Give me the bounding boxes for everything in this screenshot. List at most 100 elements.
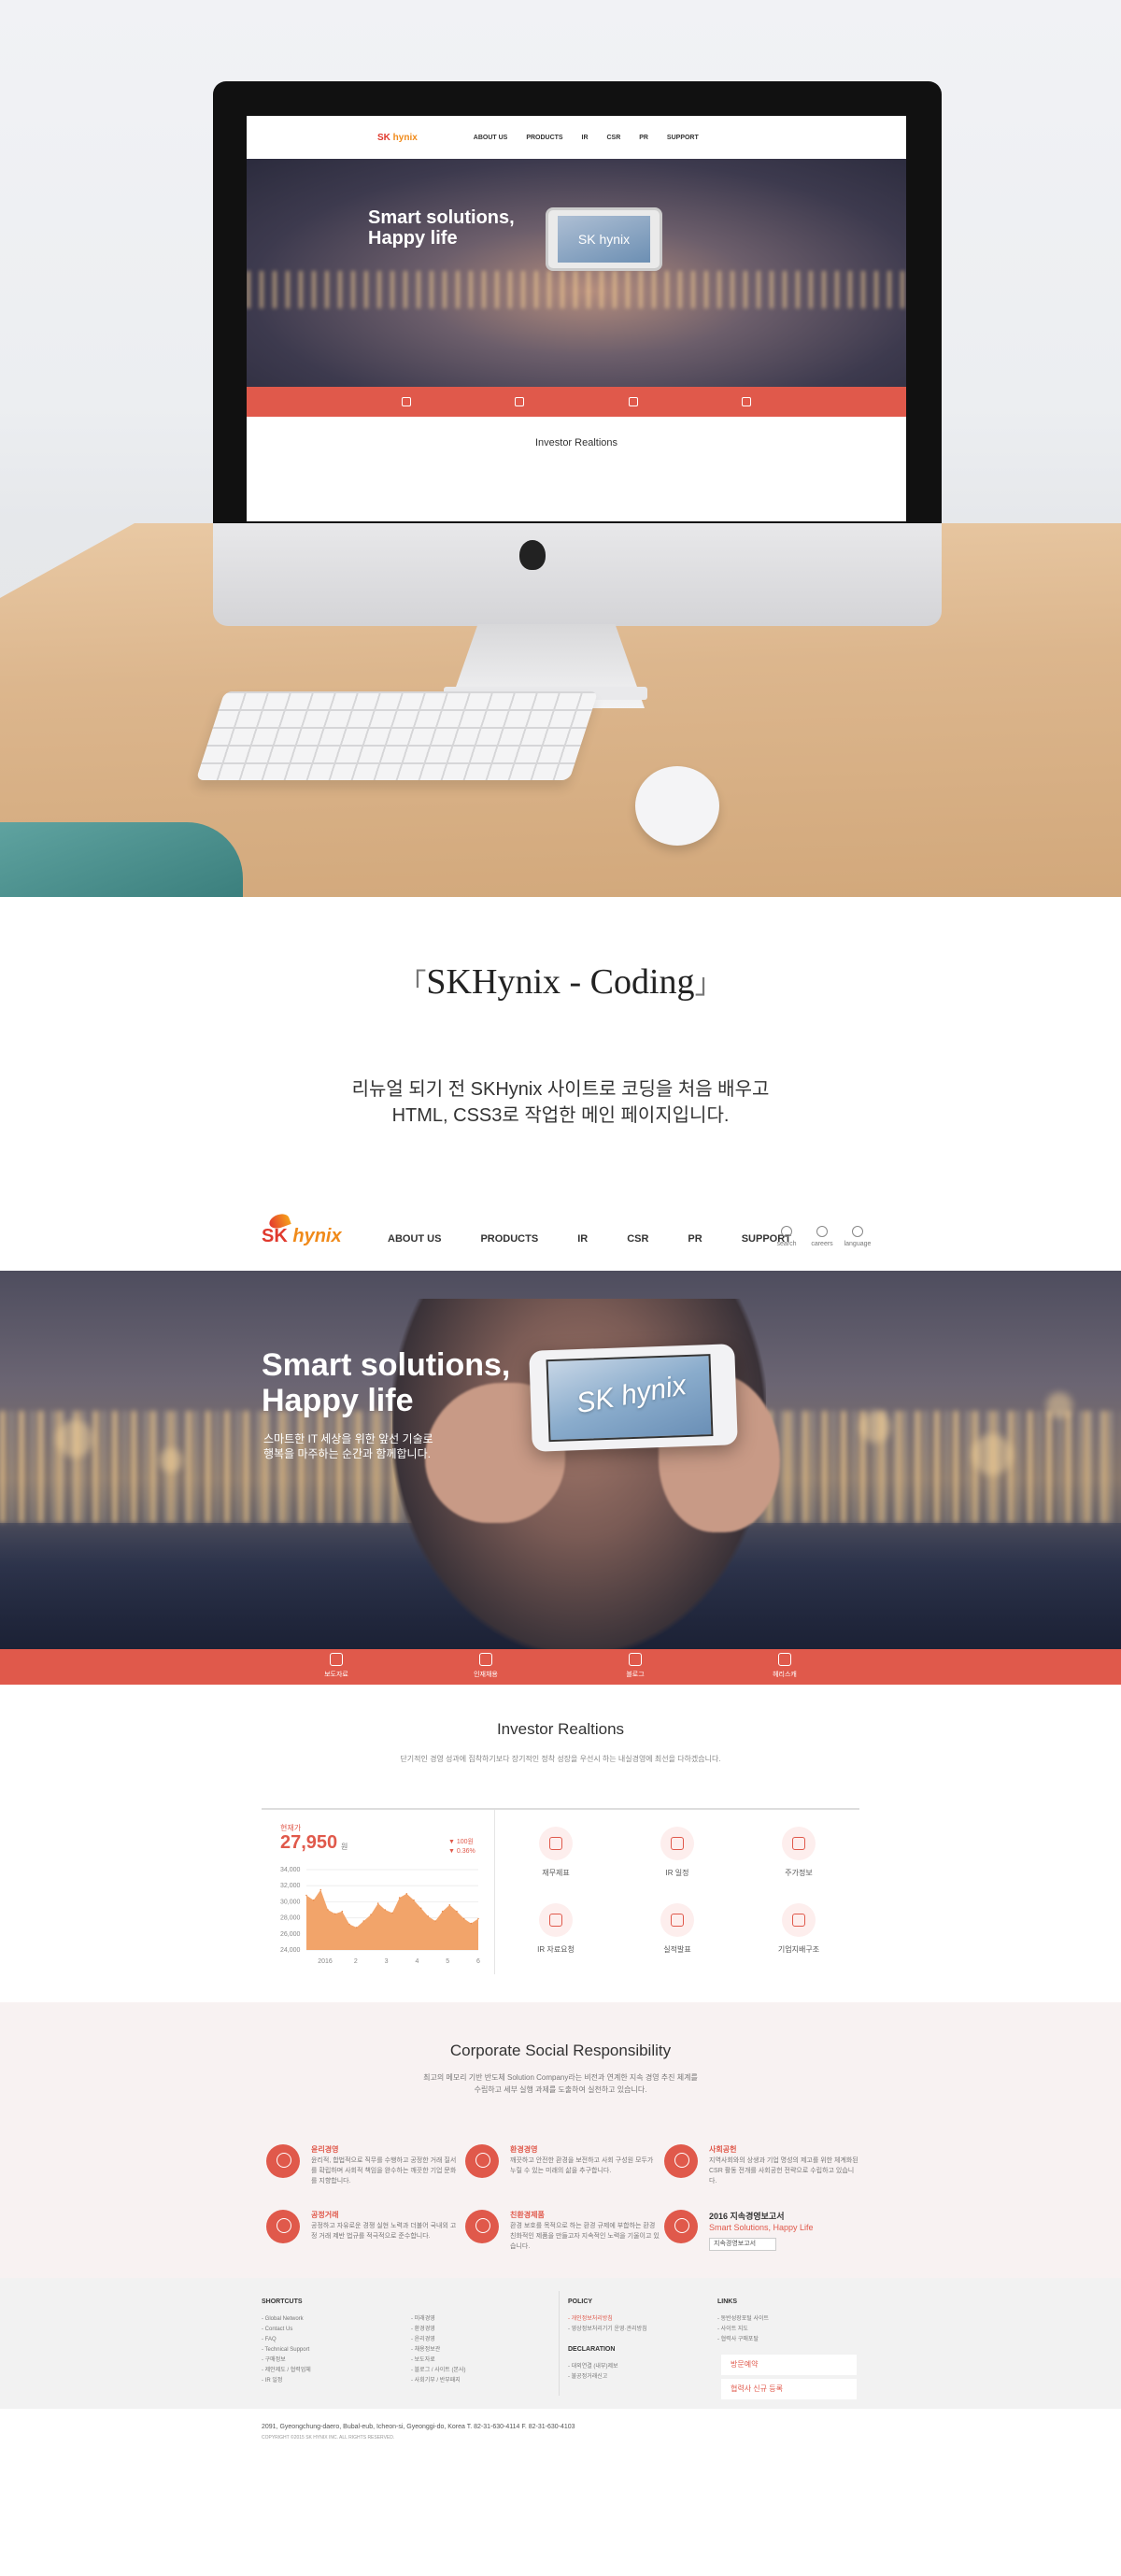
quick-label: 보도자료: [324, 1672, 348, 1678]
chart-point: [470, 1922, 473, 1925]
ir-box: 현재가 27,950 원 ▼ 100원 ▼ 0.36% 34,000 32,000…: [262, 1808, 859, 1974]
report-title: 2016 지속경영보고서: [709, 2212, 785, 2221]
sk-hynix-logo[interactable]: SK hynix: [262, 1211, 342, 1247]
quick-press-release[interactable]: 보도자료: [299, 1653, 374, 1679]
footer-link[interactable]: - 사회기부 / 반부패지: [411, 2376, 466, 2386]
ir-data-request[interactable]: IR 자료요청: [495, 1903, 617, 1955]
chart-point: [391, 1912, 393, 1914]
footer-links: LINKS - 동반성장포털 사이트 - 사이트 지도 - 협력사 구매포탈: [717, 2297, 769, 2345]
nav-ir[interactable]: IR: [577, 1233, 588, 1245]
footer-link[interactable]: - 제안제도 / 협력업체: [262, 2366, 311, 2376]
hero-title: Smart solutions, Happy life: [262, 1347, 510, 1418]
screen-hero-line: Smart solutions,: [368, 207, 515, 228]
report-subtitle: Smart Solutions, Happy Life: [709, 2223, 814, 2232]
quick-recruit[interactable]: 인재채용: [448, 1653, 523, 1679]
chart-point: [333, 1913, 336, 1915]
footer-link[interactable]: - 환경경영: [411, 2325, 466, 2335]
calendar-icon: [660, 1827, 694, 1860]
csr-fair-trade[interactable]: 공정거래 공정하고 자유로운 경쟁 실현 노력과 더불어 국내외 고정 거래 제…: [266, 2210, 458, 2275]
footer-link[interactable]: - 구매정보: [262, 2355, 311, 2366]
footer-link[interactable]: - 협력사 구매포탈: [717, 2335, 769, 2345]
footer-link[interactable]: - 불공정거래신고: [568, 2372, 647, 2383]
csr-item-title: 사회공헌: [709, 2145, 737, 2154]
nav-pr[interactable]: PR: [688, 1233, 702, 1245]
ir-title: Investor Realtions: [496, 1720, 625, 1738]
footer-link[interactable]: - 윤리경영: [411, 2335, 466, 2345]
report-button[interactable]: 지속경영보고서: [709, 2238, 776, 2251]
chart-point: [376, 1902, 379, 1904]
ir-financial-statements[interactable]: 재무제표: [495, 1827, 617, 1878]
screen-menu-item: CSR: [606, 134, 621, 141]
search-button[interactable]: search: [771, 1226, 802, 1247]
chart-point: [370, 1914, 372, 1915]
nav-about-us[interactable]: ABOUT US: [388, 1233, 441, 1245]
csr-item-text: 지역사회와의 상생과 기업 명성의 제고를 위한 체계화된 CSR 활동 전개를…: [709, 2157, 858, 2185]
bokeh-light: [859, 1411, 891, 1443]
caption-title-text: SKHynix - Coding: [426, 962, 695, 1002]
screen-phone-text: SK hynix: [558, 216, 650, 263]
chart-point: [319, 1888, 322, 1891]
footer: SHORTCUTS - Global Network - Contact Us …: [0, 2278, 1121, 2409]
global-nav: ABOUT US PRODUCTS IR CSR PR SUPPORT: [388, 1233, 830, 1245]
csr-environment[interactable]: 환경경영 깨끗하고 안전한 환경을 보전하고 사회 구성원 모두가 누릴 수 있…: [465, 2144, 657, 2210]
csr-eco-products[interactable]: 친환경제품 환경 보호를 목적으로 하는 환경 규제에 부합하는 환경친화적인 …: [465, 2210, 660, 2275]
footer-link[interactable]: - 동반성장포털 사이트: [717, 2314, 769, 2325]
quick-label: 블로그: [626, 1672, 645, 1678]
nav-csr[interactable]: CSR: [627, 1233, 648, 1245]
tree-icon: [266, 2210, 300, 2243]
trend-icon: [660, 1903, 694, 1937]
ir-governance[interactable]: 기업지배구조: [738, 1903, 859, 1955]
footer-link[interactable]: - 대외연결 (내부)제보: [568, 2362, 647, 2372]
desk-chair: [0, 822, 243, 897]
screen-hero-title: Smart solutions, Happy life: [368, 207, 515, 249]
footer-link[interactable]: - IR 일정: [262, 2376, 311, 2386]
visit-reservation-banner[interactable]: 방문예약: [721, 2355, 857, 2375]
bulb-icon: [778, 1653, 791, 1666]
bracket-open-icon: 「: [398, 969, 427, 1000]
quick-heritage[interactable]: 헤리스캐: [747, 1653, 822, 1679]
chart-x-tick: 6: [476, 1958, 480, 1965]
footer-link[interactable]: - 사이트 지도: [717, 2325, 769, 2335]
stock-change-amount: ▼ 100원: [448, 1839, 474, 1845]
stock-change: ▼ 100원 ▼ 0.36%: [448, 1838, 475, 1857]
footer-link[interactable]: - 보도자료: [411, 2355, 466, 2366]
footer-link[interactable]: - 개인정보처리방침: [568, 2314, 647, 2325]
language-button[interactable]: language: [842, 1226, 873, 1247]
person-icon: [816, 1226, 828, 1237]
footer-heading: POLICY: [568, 2298, 593, 2305]
chart-point: [419, 1907, 422, 1910]
logo-sk: SK: [262, 1226, 288, 1246]
ir-schedule[interactable]: IR 일정: [617, 1827, 738, 1878]
quick-blog[interactable]: 블로그: [598, 1653, 673, 1679]
footer-policy: POLICY - 개인정보처리방침 - 영상정보처리기기 운영·관리방침 DEC…: [568, 2297, 647, 2383]
chart-point: [312, 1899, 315, 1901]
footer-link[interactable]: - Contact Us: [262, 2325, 311, 2335]
ir-earnings[interactable]: 실적발표: [617, 1903, 738, 1955]
chart-point: [384, 1909, 387, 1911]
stock-chart: 34,000 32,000 30,000 28,000 26,000 24,000 2016…: [280, 1867, 480, 1965]
footer-link[interactable]: - 블로그 / 사이트 (본사): [411, 2366, 466, 2376]
careers-button[interactable]: careers: [806, 1226, 838, 1247]
globe-icon: [852, 1226, 863, 1237]
footer-link[interactable]: - 영상정보처리기기 운영·관리방침: [568, 2325, 647, 2335]
footer-link[interactable]: - 채용정보관: [411, 2345, 466, 2355]
ir-stock-info[interactable]: 주가정보: [738, 1827, 859, 1878]
caption-description: 리뉴얼 되기 전 SKHynix 사이트로 코딩을 처음 배우고 HTML, C…: [0, 1076, 1121, 1129]
supplier-register-banner[interactable]: 협력사 신규 등록: [721, 2379, 857, 2399]
nav-products[interactable]: PRODUCTS: [480, 1233, 538, 1245]
footer-link[interactable]: - Technical Support: [262, 2345, 311, 2355]
csr-ethics[interactable]: 윤리경영 윤리적, 합법적으로 직무를 수행하고 공정한 거래 질서를 확립하며…: [266, 2144, 458, 2210]
footer-link[interactable]: - 미래경영: [411, 2314, 466, 2325]
csr-report: 2016 지속경영보고서 Smart Solutions, Happy Life…: [664, 2210, 856, 2275]
clock-icon: [629, 1653, 642, 1666]
footer-link[interactable]: - FAQ: [262, 2335, 311, 2345]
footer-link[interactable]: - Global Network: [262, 2314, 311, 2325]
logo-hynix: hynix: [292, 1226, 342, 1246]
laptop-icon: [330, 1653, 343, 1666]
chart-point: [462, 1917, 465, 1920]
hero-sub-line: 행복을 마주하는 순간과 함께합니다.: [263, 1447, 431, 1460]
csr-title: Corporate Social Responsibility: [449, 2042, 672, 2059]
csr-social[interactable]: 사회공헌 지역사회와의 상생과 기업 명성의 제고를 위한 체계화된 CSR 활…: [664, 2144, 858, 2210]
caption-title: 「SKHynix - Coding」: [0, 961, 1121, 1003]
org-chart-icon: [782, 1903, 816, 1937]
